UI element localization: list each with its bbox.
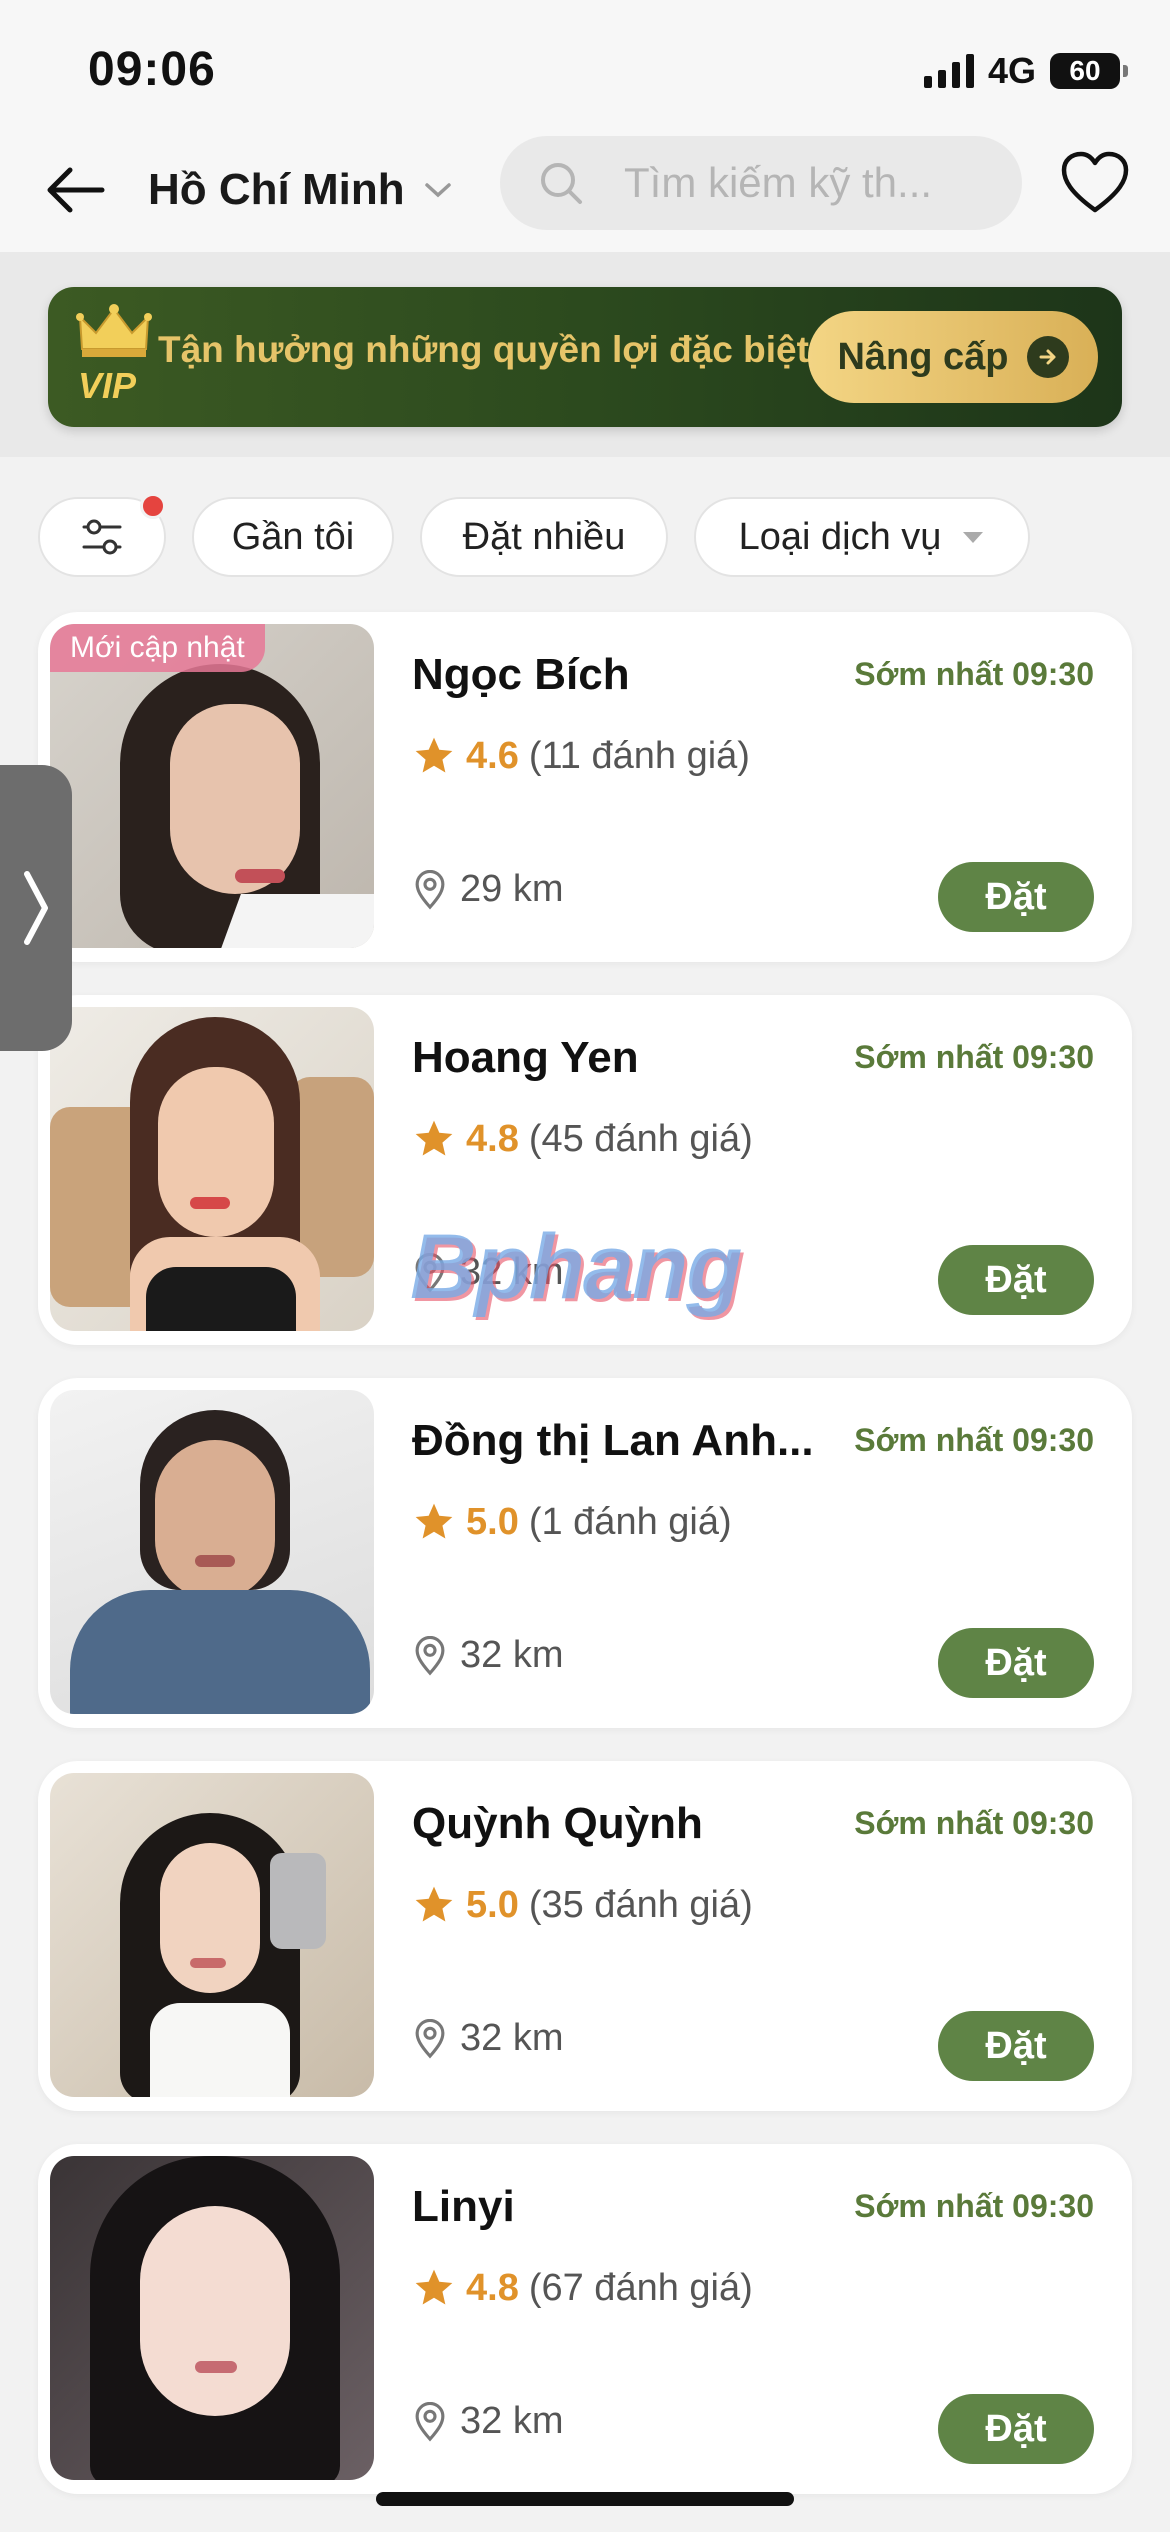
heart-icon [1061, 151, 1129, 213]
star-icon [415, 1503, 453, 1539]
therapist-card[interactable]: Đồng thị Lan Anh... Sớm nhất 09:30 5.0 (… [38, 1378, 1132, 1728]
therapist-name: Ngọc Bích [412, 650, 630, 699]
status-bar: 09:06 4G 60 [0, 0, 1170, 130]
rating-value: 5.0 [466, 1500, 519, 1543]
book-button[interactable]: Đặt [938, 2011, 1094, 2081]
favorites-button[interactable] [1060, 150, 1130, 216]
therapist-name: Đồng thị Lan Anh... [412, 1416, 814, 1465]
status-time: 09:06 [88, 43, 216, 96]
therapist-photo: Mới cập nhật [50, 624, 374, 948]
search-icon [541, 163, 582, 204]
status-indicators: 4G 60 [923, 50, 1128, 92]
chevron-right-icon [24, 871, 48, 945]
location-pin-icon [415, 2401, 445, 2442]
sliders-icon [82, 519, 122, 555]
rating: 5.0 (35 đánh giá) [412, 1883, 753, 1927]
rating-value: 5.0 [466, 1883, 519, 1926]
therapist-photo [50, 1390, 374, 1714]
banner-area: VIP Tận hưởng những quyền lợi đặc biệt N… [0, 252, 1170, 457]
chevron-down-icon [424, 183, 451, 198]
review-count: (35 đánh giá) [528, 1883, 753, 1926]
therapist-photo [50, 1007, 374, 1331]
filter-service-type[interactable]: Loại dịch vụ [694, 497, 1030, 577]
distance-value: 32 km [460, 2017, 564, 2059]
therapist-name: Quỳnh Quỳnh [412, 1799, 703, 1848]
therapist-name: Linyi [412, 2182, 515, 2231]
city-label: Hồ Chí Minh [148, 165, 405, 214]
book-button[interactable]: Đặt [938, 2394, 1094, 2464]
filter-near-me[interactable]: Gần tôi [192, 497, 394, 577]
side-drawer-handle[interactable] [0, 765, 72, 1051]
rating: 4.8 (45 đánh giá) [412, 1117, 753, 1161]
arrow-right-circle-icon [1026, 336, 1069, 378]
book-button[interactable]: Đặt [938, 1245, 1094, 1315]
rating: 5.0 (1 đánh giá) [412, 1500, 732, 1544]
filter-settings-button[interactable] [38, 493, 166, 577]
star-icon [415, 2269, 453, 2305]
vip-crown-icon: VIP [76, 303, 152, 413]
upgrade-button[interactable]: Nâng cấp [808, 311, 1098, 403]
home-indicator[interactable] [376, 2492, 794, 2506]
updated-badge: Mới cập nhật [50, 624, 265, 672]
search-placeholder: Tìm kiếm kỹ th... [624, 159, 933, 206]
distance: 32 km [412, 1634, 563, 1677]
star-icon [415, 1886, 453, 1922]
location-pin-icon [415, 869, 445, 910]
earliest-slot: Sớm nhất 09:30 [854, 1805, 1094, 1841]
distance: 32 km [412, 2400, 563, 2443]
rating-value: 4.8 [466, 2266, 519, 2309]
filter-bar: Gần tôi Đặt nhiều Loại dịch vụ [0, 457, 1170, 597]
rating: 4.8 (67 đánh giá) [412, 2266, 753, 2310]
therapist-photo [50, 1773, 374, 2097]
arrow-left-icon [47, 167, 105, 213]
search-input[interactable]: Tìm kiếm kỹ th... [500, 136, 1022, 230]
location-pin-icon [415, 2018, 445, 2059]
rating: 4.6 (11 đánh giá) [412, 734, 750, 778]
rating-value: 4.6 [466, 734, 519, 777]
filter-most-booked[interactable]: Đặt nhiều [420, 497, 668, 577]
signal-icon [923, 54, 974, 88]
distance-value: 29 km [460, 868, 564, 910]
therapist-photo [50, 2156, 374, 2480]
book-button[interactable]: Đặt [938, 862, 1094, 932]
watermark-logo: Bphang [410, 1216, 742, 1318]
earliest-slot: Sớm nhất 09:30 [854, 2188, 1094, 2224]
distance-value: 32 km [460, 1634, 564, 1676]
distance: 29 km [412, 868, 563, 911]
location-pin-icon [415, 1635, 445, 1676]
service-type-label: Loại dịch vụ [738, 515, 942, 558]
star-icon [415, 737, 453, 773]
therapist-card[interactable]: Quỳnh Quỳnh Sớm nhất 09:30 5.0 (35 đánh … [38, 1761, 1132, 2111]
back-button[interactable] [40, 160, 110, 220]
review-count: (1 đánh giá) [528, 1500, 732, 1543]
review-count: (11 đánh giá) [528, 734, 750, 777]
city-selector[interactable]: Hồ Chí Minh [148, 158, 453, 222]
therapist-card[interactable]: Mới cập nhật Ngọc Bích Sớm nhất 09:30 4.… [38, 612, 1132, 962]
review-count: (45 đánh giá) [528, 1117, 753, 1160]
vip-label: VIP [78, 365, 137, 406]
therapist-card[interactable]: Linyi Sớm nhất 09:30 4.8 (67 đánh giá) 3… [38, 2144, 1132, 2494]
earliest-slot: Sớm nhất 09:30 [854, 1422, 1094, 1458]
caret-down-icon [963, 532, 984, 543]
network-label: 4G [987, 50, 1036, 91]
book-button[interactable]: Đặt [938, 1628, 1094, 1698]
rating-value: 4.8 [466, 1117, 519, 1160]
battery-icon: 60 [1050, 53, 1128, 89]
review-count: (67 đánh giá) [528, 2266, 753, 2309]
earliest-slot: Sớm nhất 09:30 [854, 1039, 1094, 1075]
distance-value: 32 km [460, 2400, 564, 2442]
earliest-slot: Sớm nhất 09:30 [854, 656, 1094, 692]
notification-dot [140, 493, 166, 519]
upgrade-label: Nâng cấp [837, 335, 1009, 378]
vip-promo-text: Tận hưởng những quyền lợi đặc biệt [158, 329, 809, 370]
star-icon [415, 1120, 453, 1156]
therapist-name: Hoang Yen [412, 1033, 639, 1082]
top-bar: Hồ Chí Minh Tìm kiếm kỹ th... [0, 130, 1170, 252]
distance: 32 km [412, 2017, 563, 2060]
vip-banner[interactable]: VIP Tận hưởng những quyền lợi đặc biệt N… [48, 287, 1122, 427]
